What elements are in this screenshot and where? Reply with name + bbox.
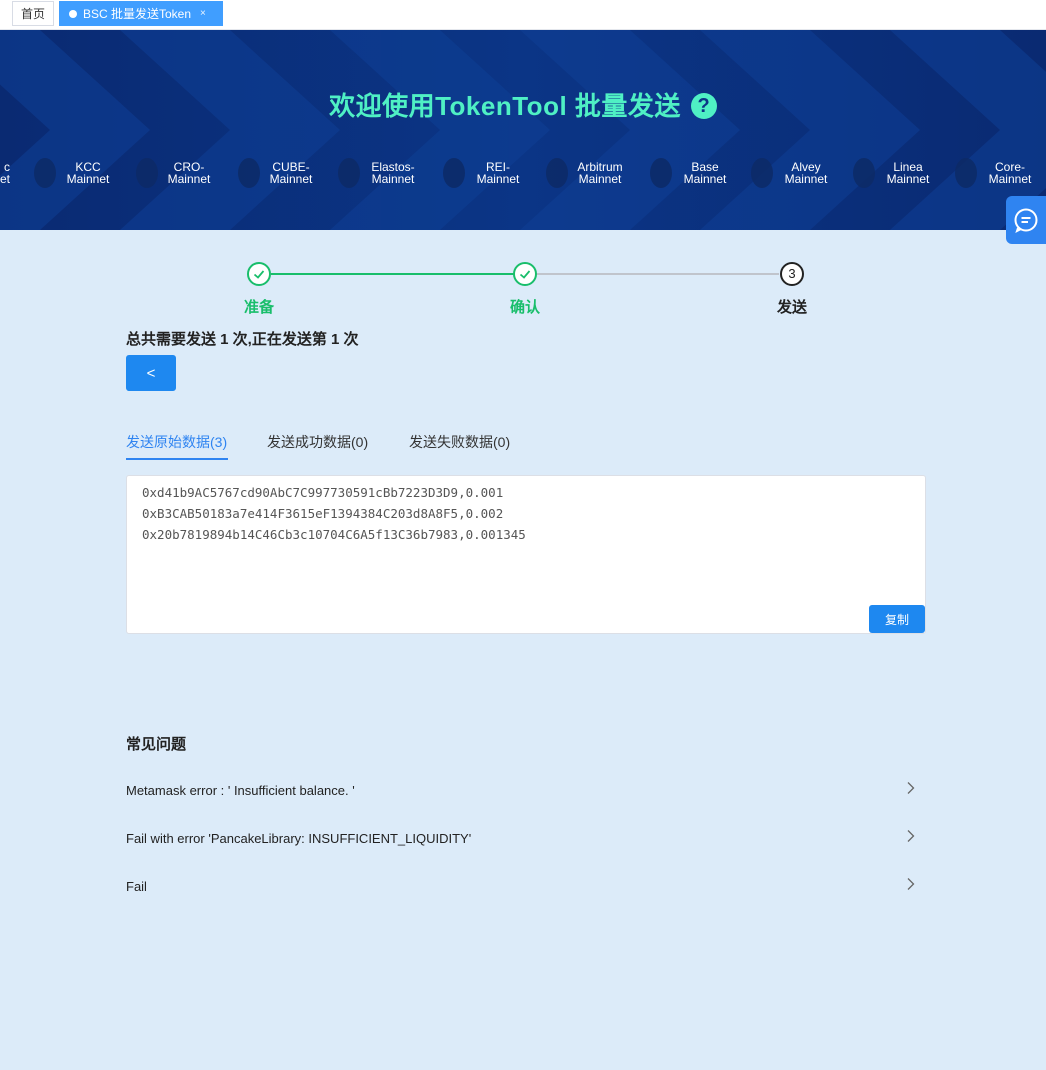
faq-item[interactable]: Fail	[126, 878, 926, 903]
tab-raw-data[interactable]: 发送原始数据(3)	[126, 432, 227, 452]
faq-item[interactable]: Metamask error : ' Insufficient balance.…	[126, 782, 926, 807]
copy-button[interactable]: 复制	[869, 605, 925, 633]
step-connector-done	[271, 273, 525, 275]
chain-line2: Mainnet	[886, 172, 930, 186]
step-3-number: 3	[780, 262, 804, 286]
step-3-label: 发送	[776, 299, 807, 316]
chain-line2: Mainnet	[784, 172, 828, 186]
faq-item[interactable]: Fail with error 'PancakeLibrary: INSUFFI…	[126, 830, 926, 855]
step-1-check-icon	[247, 262, 271, 286]
chain-kcc[interactable]: KCC Mainnet	[48, 161, 128, 185]
chain-base[interactable]: Base Mainnet	[665, 161, 745, 185]
faq-title: 常见问题	[126, 736, 187, 753]
chain-line2: Mainnet	[66, 172, 110, 186]
chain-line2: Mainnet	[578, 172, 622, 186]
chain-rei[interactable]: REI- Mainnet	[458, 161, 538, 185]
chevron-right-icon	[907, 878, 915, 890]
active-tab-underline	[126, 458, 228, 460]
faq-question: Fail	[126, 879, 147, 894]
chain-line2: Mainnet	[476, 172, 520, 186]
chat-float-button[interactable]	[1006, 196, 1046, 244]
back-button[interactable]: <	[126, 355, 176, 391]
chevron-right-icon	[907, 782, 915, 794]
chain-line2: Mainnet	[167, 172, 211, 186]
tab-success-data[interactable]: 发送成功数据(0)	[267, 432, 368, 452]
faq-question: Fail with error 'PancakeLibrary: INSUFFI…	[126, 831, 472, 846]
chain-line2: Mainnet	[371, 172, 415, 186]
hero-chevron-background	[0, 30, 1046, 230]
hero-title-text: 欢迎使用TokenTool 批量发送	[329, 91, 681, 121]
chain-line2: et	[0, 172, 10, 186]
close-tab-icon[interactable]: ×	[200, 8, 206, 19]
tab-bar: 首页 BSC 批量发送Token ×	[0, 0, 1046, 30]
chain-line2: Mainnet	[988, 172, 1032, 186]
faq-question: Metamask error : ' Insufficient balance.…	[126, 783, 355, 798]
tab-home[interactable]: 首页	[12, 1, 54, 26]
chevron-right-icon	[907, 830, 915, 842]
tab-bsc-batch-send[interactable]: BSC 批量发送Token ×	[59, 1, 223, 26]
data-line: 0xB3CAB50183a7e414F3615eF1394384C203d8A8…	[142, 506, 504, 521]
chat-icon	[1014, 208, 1038, 233]
chain-partial[interactable]: c et	[0, 161, 10, 185]
chain-linea[interactable]: Linea Mainnet	[868, 161, 948, 185]
tab-failed-data[interactable]: 发送失败数据(0)	[409, 432, 510, 452]
step-2-check-icon	[513, 262, 537, 286]
hero-title: 欢迎使用TokenTool 批量发送?	[0, 86, 1046, 123]
chain-arbitrum[interactable]: Arbitrum Mainnet	[560, 161, 640, 185]
step-connector-pending	[537, 273, 779, 275]
step-progress: 3 准备 确认 发送	[126, 260, 926, 320]
chain-cube[interactable]: CUBE- Mainnet	[251, 161, 331, 185]
send-status-text: 总共需要发送 1 次,正在发送第 1 次	[126, 331, 359, 348]
data-line: 0x20b7819894b14C46Cb3c10704C6A5f13C36b79…	[142, 527, 526, 542]
step-1-label: 准备	[243, 299, 274, 316]
chain-line2: Mainnet	[683, 172, 727, 186]
chain-alvey[interactable]: Alvey Mainnet	[766, 161, 846, 185]
chain-elastos[interactable]: Elastos- Mainnet	[353, 161, 433, 185]
chain-line2: Mainnet	[269, 172, 313, 186]
raw-data-textarea[interactable]: 0xd41b9AC5767cd90AbC7C997730591cBb7223D3…	[126, 475, 926, 634]
hero-banner: 欢迎使用TokenTool 批量发送? c et KCC Mainnet CRO…	[0, 30, 1046, 230]
chain-core[interactable]: Core- Mainnet	[970, 161, 1046, 185]
help-icon[interactable]: ?	[690, 93, 717, 119]
active-dot-icon	[69, 9, 77, 18]
step-2-label: 确认	[509, 299, 540, 316]
tab-label: BSC 批量发送Token	[83, 7, 192, 21]
data-line: 0xd41b9AC5767cd90AbC7C997730591cBb7223D3…	[142, 485, 504, 500]
chain-cro[interactable]: CRO- Mainnet	[149, 161, 229, 185]
